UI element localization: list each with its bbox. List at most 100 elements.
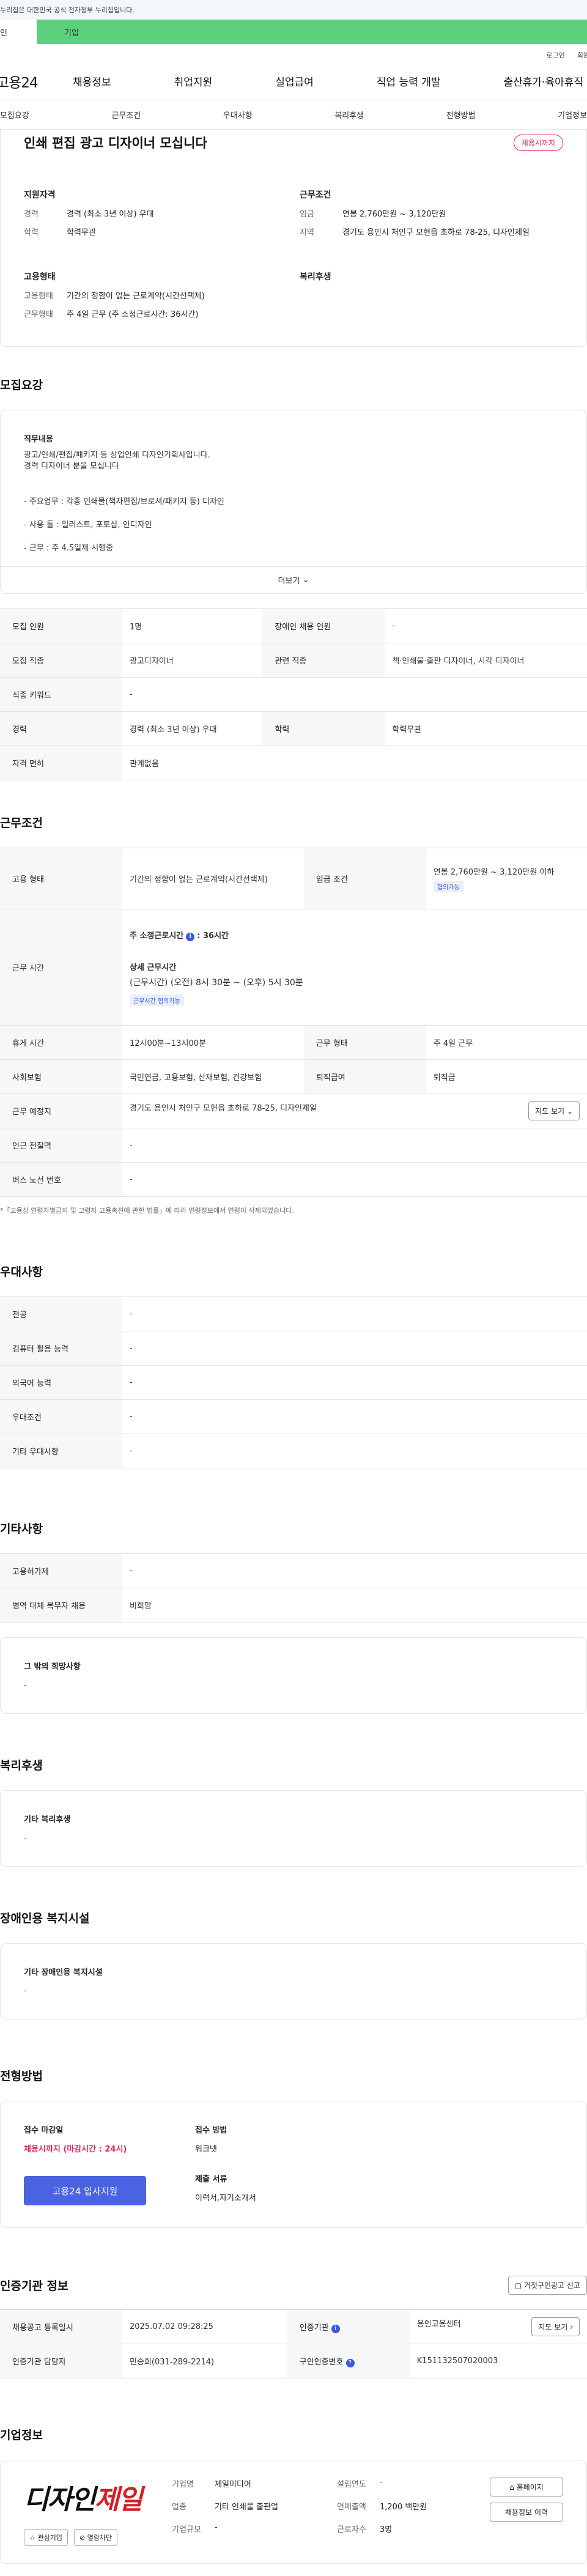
label: 경력 [24,210,39,219]
qualification-heading: 지원자격 [24,190,56,200]
job-bullet: - 근무 : 주 4.5일제 시행중 [24,544,114,553]
org-value: 용인고용센터 [416,2320,461,2329]
apply-button[interactable]: 고용24 입사지원 [24,2176,146,2205]
subnav-pref[interactable]: 우대사항 [223,109,253,120]
cert-table: 채용공고 등록일시 2025.07.02 09:28:25 인증기관 i 용인고용… [0,2309,587,2378]
info-icon[interactable]: i [331,2324,340,2333]
cell-value: - [122,1365,587,1400]
cell-value: - [122,1399,587,1434]
gnb-unemployment[interactable]: 실업급여 [275,73,314,89]
detail-hours-label: 상세 근무시간 [130,963,177,972]
logo-text-b: 제일 [94,2484,142,2515]
more-button[interactable]: 더보기 ⌄ [1,566,586,593]
value: 주 4일 근무 (주 소정근로시간: 36시간) [67,310,199,319]
cert-no-label: 구인인증번호 [299,2357,344,2367]
info-icon[interactable]: i [186,932,195,941]
label: 기업규모 [172,2525,201,2534]
subnav-recruit[interactable]: 모집요강 [0,109,29,120]
label: 근로자수 [337,2525,366,2534]
weekly-hours-label: 주 소정근로시간 [130,931,184,941]
company-logo: 디자인제일 [24,2478,147,2517]
gov-banner: 누리집은 대한민국 공식 전자정부 누리집입니다. [0,0,587,20]
etc-table: 고용허가제 - 병역 대체 복무자 채용 비희망 [0,1553,587,1623]
login-link[interactable]: 로그인 [546,50,564,62]
job-line: 광고/인쇄/편집/패키지 등 상업인쇄 디자인기획사입니다. [24,451,210,460]
map-button[interactable]: 지도 보기 ⌄ [528,1101,580,1120]
subnav-corp[interactable]: 기업정보 [558,109,587,120]
table-row: 전공 - [0,1297,587,1331]
table-row: 고용 형태 기간의 정함이 없는 근로계약(시간선택제) 임금 조건 연봉 2,… [0,848,587,909]
report-false-ad-button[interactable]: ▢ 거짓구인광고 신고 [508,2276,587,2295]
etc-box-heading: 그 밖의 희망사항 [24,1662,81,1671]
gnb-leave[interactable]: 출산휴가·육아휴직 [503,73,583,89]
subnav-apply[interactable]: 전형방법 [446,109,476,120]
section-nav: 모집요강 근무조건 우대사항 복리후생 전형방법 기업정보 [0,100,587,130]
cell-value: K151132507020003 [409,2344,587,2378]
info-icon[interactable]: ? [345,2358,355,2367]
apply-card: 접수 마감일 채용시까지 (마감시간 : 24시) 고용24 입사지원 접수 방… [0,2101,587,2228]
join-link[interactable]: 회원 [577,50,587,62]
cell-value: - [122,1162,587,1197]
label: 설립연도 [337,2480,366,2489]
tab-personal[interactable]: 인 [0,20,37,44]
value: 3명 [380,2525,393,2534]
gnb-employment-support[interactable]: 취업지원 [174,73,213,89]
logo-text-a: 디자인 [24,2484,95,2515]
cell-label: 관련 직종 [262,643,385,678]
pref-table: 전공 - 컴퓨터 활용 능력 - 외국어 능력 - 우대조건 - 기타 우대사항 - [0,1297,587,1468]
cell-value: 광고디자이너 [122,643,263,678]
gnb-jobs[interactable]: 채용정보 [73,73,111,89]
cell-label: 근무 예정지 [0,1094,122,1128]
value: 1,200 백만원 [380,2503,427,2512]
tab-corp[interactable]: 기업 [37,20,587,44]
cell-value: - [122,1434,587,1468]
workplace-address: 경기도 용인시 처인구 모현읍 초하로 78-25, 디자인제일 [130,1104,317,1113]
homepage-button[interactable]: ⌂ 홈페이지 [490,2478,563,2496]
welfare-box-heading: 기타 복리후생 [24,1815,71,1824]
welfare-box: 기타 복리후생 - [0,1790,587,1867]
corp-section-title: 기업정보 [0,2429,43,2442]
cell-label: 병역 대체 복무자 채용 [0,1588,122,1623]
cell-value: 경력 (최소 3년 이상) 우대 [122,711,263,746]
table-row: 직종 키워드 - [0,677,587,712]
cell-value: 책·인쇄물·출판 디자이너, 시각 디자이너 [385,643,587,678]
cert-map-button[interactable]: 지도 보기 › [531,2317,580,2336]
table-row: 모집 인원 1명 장애인 채용 인원 - [0,609,587,643]
cell-value: - [122,1553,587,1588]
value: 기타 인쇄물 출판업 [215,2503,278,2512]
table-row: 인근 전철역 - [0,1128,587,1163]
document-icon: ▢ [514,2281,522,2290]
report-button-label: 거짓구인광고 신고 [523,2281,580,2290]
method-value: 워크넷 [195,2145,217,2154]
subnav-work[interactable]: 근무조건 [111,109,141,120]
cell-label: 버스 노선 번호 [0,1162,122,1197]
gnb-skills[interactable]: 직업 능력 개발 [377,73,441,89]
table-row: 경력 경력 (최소 3년 이상) 우대 학력 학력무관 [0,711,587,746]
cell-label: 휴게 시간 [0,1025,122,1060]
subnav-welfare[interactable]: 복리후생 [334,109,364,120]
welfare-section-title: 복리후생 [0,1759,43,1772]
block-view-button[interactable]: ⊘ 열람차단 [73,2529,118,2546]
map-button-label: 지도 보기 [538,2323,568,2331]
etc-box: 그 밖의 희망사항 - [0,1637,587,1714]
cell-value: 주 4일 근무 [426,1025,587,1060]
method-label: 접수 방법 [195,2126,227,2135]
cell-label: 근무 시간 [0,909,122,1026]
hours-cell: 주 소정근로시간 i: 36시간 상세 근무시간 (근무시간) (오전) 8시 3… [122,909,587,1026]
cell-value: 1명 [122,609,263,643]
detail-hours-value: (근무시간) (오전) 8시 30분 ~ (오후) 5시 30분 [130,977,303,988]
hours-negotiable-badge: 근무시간 협의가능 [130,994,184,1006]
job-history-label: 채용정보 이력 [504,2508,548,2517]
apply-section-title: 전형방법 [0,2070,43,2083]
site-logo[interactable]: 고용24 [0,71,73,92]
table-row: 인증기관 담당자 민승희(031-289-2214) 구인인증번호? K1511… [0,2344,587,2378]
favorite-company-button[interactable]: ☆ 관심기업 [24,2529,68,2546]
job-history-button[interactable]: 채용정보 이력 [490,2503,563,2522]
company-name: 제일미디어 [215,2480,251,2489]
table-row: 컴퓨터 활용 능력 - [0,1331,587,1366]
cell-value: 12시00분~13시00분 [122,1025,304,1060]
cell-value: 민승희(031-289-2214) [122,2344,287,2378]
cell-label: 경력 [0,711,122,746]
cell-label: 장애인 채용 인원 [262,609,385,643]
cell-label: 구인인증번호? [287,2344,410,2378]
